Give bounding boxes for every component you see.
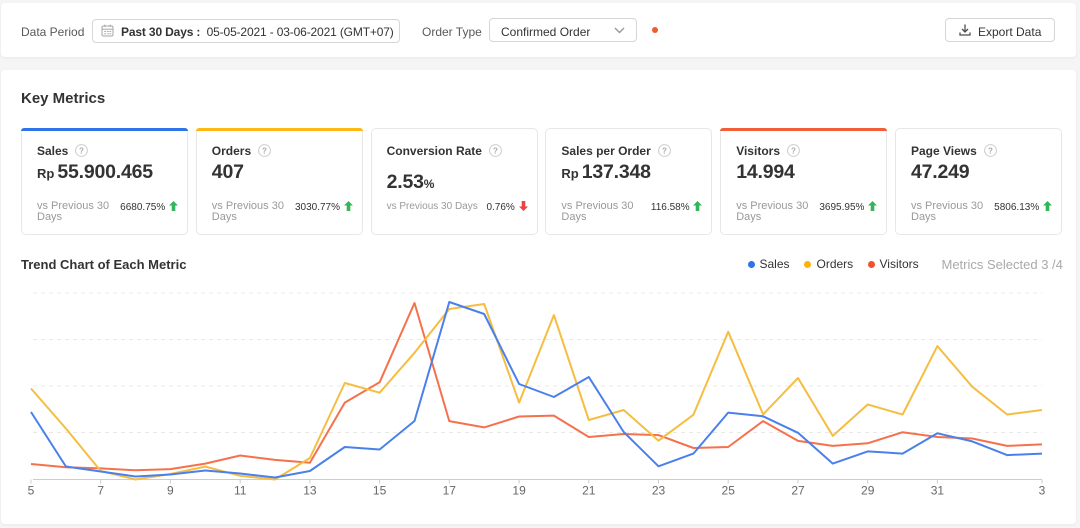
- svg-text:9: 9: [167, 484, 174, 498]
- svg-text:?: ?: [988, 146, 993, 155]
- svg-text:?: ?: [662, 146, 667, 155]
- svg-text:5: 5: [28, 484, 35, 498]
- svg-text:17: 17: [443, 484, 457, 498]
- svg-text:21: 21: [582, 484, 596, 498]
- svg-text:7: 7: [97, 484, 104, 498]
- svg-text:29: 29: [861, 484, 875, 498]
- svg-text:11: 11: [234, 484, 247, 498]
- svg-text:3: 3: [1039, 484, 1046, 498]
- svg-text:13: 13: [303, 484, 317, 498]
- svg-text:25: 25: [722, 484, 736, 498]
- svg-text:31: 31: [931, 484, 945, 498]
- svg-text:27: 27: [791, 484, 805, 498]
- svg-text:?: ?: [262, 146, 267, 155]
- svg-text:?: ?: [791, 146, 796, 155]
- svg-text:19: 19: [512, 484, 526, 498]
- svg-text:?: ?: [79, 146, 84, 155]
- svg-text:23: 23: [652, 484, 666, 498]
- svg-text:15: 15: [373, 484, 387, 498]
- svg-text:?: ?: [493, 146, 498, 155]
